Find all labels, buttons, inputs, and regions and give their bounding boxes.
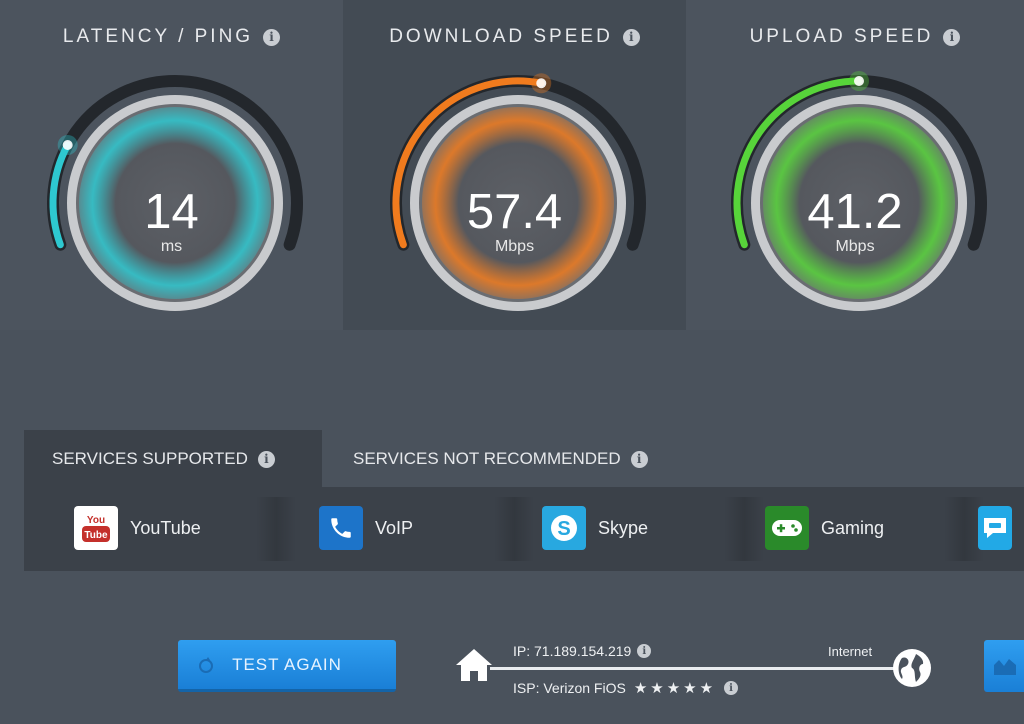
info-icon[interactable]: i	[724, 681, 739, 695]
youtube-icon: You Tube	[74, 506, 118, 550]
upload-panel: UPLOAD SPEED i 41.2 Mbps	[686, 0, 1024, 330]
chart-icon	[994, 659, 1016, 675]
info-icon[interactable]: i	[263, 28, 281, 46]
info-icon[interactable]: i	[630, 450, 648, 468]
internet-label: Internet	[828, 644, 873, 659]
services-tabs: SERVICES SUPPORTED i SERVICES NOT RECOMM…	[24, 430, 1024, 488]
tab-services-not-recommended[interactable]: SERVICES NOT RECOMMENDED i	[329, 430, 709, 488]
refresh-icon	[188, 648, 224, 684]
gamepad-icon	[765, 506, 809, 550]
home-icon	[456, 649, 492, 681]
service-item-youtube[interactable]: You Tube You Tube	[60, 495, 282, 561]
latency-unit: ms	[160, 238, 183, 255]
ip-address: IP: 71.189.154.219 i	[513, 643, 652, 659]
info-icon[interactable]: i	[637, 644, 652, 658]
svg-text:Tube: Tube	[84, 530, 108, 541]
connection-line	[490, 667, 898, 670]
service-item-gaming[interactable]: Gaming	[751, 495, 991, 561]
upload-unit: Mbps	[835, 238, 875, 255]
gauge-indicator	[854, 76, 864, 86]
download-unit: Mbps	[494, 238, 535, 255]
test-again-button[interactable]: TEST AGAIN	[178, 640, 396, 692]
latency-panel: LATENCY / PING i 14 ms	[0, 0, 343, 330]
globe-icon	[893, 649, 931, 687]
svg-text:You: You	[87, 515, 105, 526]
svg-text:S: S	[557, 518, 570, 540]
gauge-indicator	[62, 139, 73, 150]
info-icon[interactable]: i	[622, 28, 640, 46]
services-list: You Tube You Tube VoIP S Skype Gaming	[24, 487, 1024, 571]
isp-rating-stars: ★★★★★	[633, 680, 717, 697]
results-button[interactable]	[984, 640, 1024, 692]
phone-icon	[319, 506, 363, 550]
tab-services-supported[interactable]: SERVICES SUPPORTED i	[24, 430, 322, 488]
latency-value: 14	[144, 185, 199, 239]
gauge-indicator	[536, 78, 547, 89]
upload-value: 41.2	[807, 185, 903, 239]
chat-icon	[978, 506, 1012, 550]
info-icon[interactable]: i	[257, 450, 275, 468]
download-panel: DOWNLOAD SPEED i 57.4 Mbps	[343, 0, 686, 330]
service-item-skype[interactable]: S Skype	[528, 495, 750, 561]
service-item-chat[interactable]	[964, 495, 1024, 561]
info-icon[interactable]: i	[943, 28, 961, 46]
skype-icon: S	[542, 506, 586, 550]
download-title: DOWNLOAD SPEED i	[343, 26, 686, 48]
isp-info: ISP: Verizon FiOS ★★★★★ i	[513, 679, 739, 697]
latency-title: LATENCY / PING i	[0, 26, 343, 48]
download-value: 57.4	[466, 185, 563, 239]
service-item-voip[interactable]: VoIP	[305, 495, 527, 561]
upload-title: UPLOAD SPEED i	[686, 26, 1024, 48]
